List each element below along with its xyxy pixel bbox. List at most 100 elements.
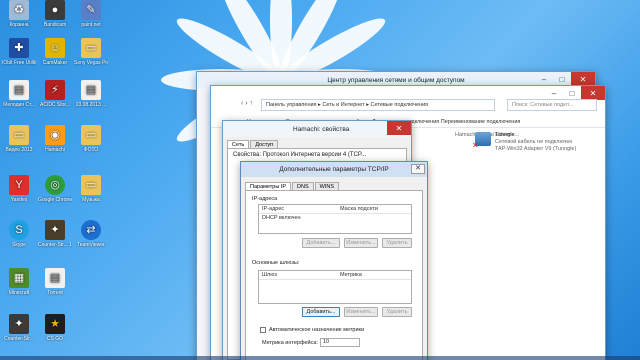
cammaker-icon: ☺ — [45, 38, 65, 58]
desktop-icon-label: Skype — [12, 242, 26, 248]
desktop-icon[interactable]: ✚ IObit Free Utilities — [2, 38, 36, 66]
advanced-tab-body: IP-адреса IP-адрес Маска подсети DHCP вк… — [245, 190, 423, 360]
document-icon: ▤ — [81, 80, 101, 100]
address-bar[interactable]: Панель управления ▸ Сеть и Интернет ▸ Се… — [261, 99, 495, 111]
desktop-icon-label: Counter-Str... 1.6 — [38, 242, 72, 248]
search-input[interactable]: Поиск: Сетевые подкл... — [507, 99, 597, 111]
close-icon[interactable]: ✕ — [411, 164, 425, 174]
folder-icon: ▭ — [81, 175, 101, 195]
document-icon: ▤ — [9, 80, 29, 100]
desktop-icon[interactable]: ✦ Counter-Str... — [2, 314, 36, 342]
hamachi-titlebar[interactable]: Hamachi: свойства ✕ — [223, 121, 411, 137]
desktop-icon-label: AC/DC Stor... — [39, 102, 70, 108]
ip-list-header: IP-адрес Маска подсети — [259, 205, 411, 214]
desktop-icon[interactable]: ♻ Корзина — [2, 0, 36, 28]
desktop-icon-label: Sony Vegas Pro 12.0 — [74, 60, 108, 66]
taskbar — [0, 356, 640, 360]
interface-metric-input[interactable]: 10 — [320, 338, 360, 347]
document-icon: ▤ — [45, 268, 65, 288]
gateway-list[interactable]: Шлюз Метрика — [258, 270, 412, 304]
desktop-icon[interactable]: S Skype — [2, 220, 36, 248]
connection-status: Сетевой кабель не подключен — [495, 139, 573, 145]
csgo-icon: ★ — [45, 314, 65, 334]
auto-metric-checkbox[interactable] — [260, 327, 266, 333]
ip-section-label: IP-адреса — [252, 196, 278, 202]
address-text: Панель управления ▸ Сеть и Интернет ▸ Се… — [266, 102, 429, 108]
maximize-button[interactable]: □ — [553, 72, 571, 86]
desktop-icon-label: Музыка — [82, 197, 100, 203]
desktop-icon-label: Google Chrome — [38, 197, 72, 203]
desktop-icon[interactable]: Y Yandex — [2, 175, 36, 203]
network-center-title: Центр управления сетями и общим доступом — [327, 76, 465, 84]
desktop-icon[interactable]: ◎ Google Chrome — [38, 175, 72, 203]
desktop-icon-label: CamMaker — [42, 60, 68, 66]
close-button[interactable]: ✕ — [387, 121, 411, 135]
connection-adapter: TAP-Win32 Adapter V9 (Tunngle) — [495, 146, 577, 152]
counterstrike-icon: ✦ — [9, 314, 29, 334]
ip-address-list[interactable]: IP-адрес Маска подсети DHCP включен — [258, 204, 412, 234]
desktop-icon[interactable]: ✦ Counter-Str... 1.6 — [38, 220, 72, 248]
desktop-icon[interactable]: ☺ CamMaker — [38, 38, 72, 66]
gateway-section-label: Основные шлюзы: — [252, 260, 300, 266]
counterstrike-icon: ✦ — [45, 220, 65, 240]
desktop-icon-label: Мелодия Ст... — [3, 102, 35, 108]
iobit-icon: ✚ — [9, 38, 29, 58]
desktop-icon-label: ФОТО — [83, 147, 99, 153]
auto-metric-label: Автоматическое назначение метрики — [269, 327, 365, 333]
desktop-icon[interactable]: ▤ Мелодия Ст... — [2, 80, 36, 108]
acdc-icon: ⚡ — [45, 80, 65, 100]
desktop-icon-label: Yandex — [10, 197, 28, 203]
desktop-icon[interactable]: ▭ Видео 2013 — [2, 125, 36, 153]
gateway-list-header: Шлюз Метрика — [259, 271, 411, 280]
connection-tunngle[interactable]: ✕ Tunngle Сетевой кабель не подключен TA… — [472, 132, 577, 153]
desktop-icon-label: Видео 2013 — [5, 147, 33, 153]
desktop-icon[interactable]: ⚡ AC/DC Stor... — [38, 80, 72, 108]
metric-col-header: Метрика — [340, 272, 362, 278]
ipv4-properties-title: Свойства: Протокол Интернета версии 4 (T… — [233, 152, 367, 158]
gateway-add-button[interactable]: Добавить... — [302, 307, 340, 317]
maximize-button[interactable]: □ — [563, 86, 581, 100]
ip-delete-button[interactable]: Удалить — [382, 238, 412, 248]
gateway-delete-button[interactable]: Удалить — [382, 307, 412, 317]
desktop-icon[interactable]: ▤ 03.08.2013 ... — [74, 80, 108, 108]
desktop-icon-label: Counter-Str... — [4, 336, 34, 342]
desktop-icon[interactable]: ▦ Minecraft — [2, 268, 36, 296]
ip-add-button[interactable]: Добавить... — [302, 238, 340, 248]
hamachi-icon: ◉ — [45, 125, 65, 145]
desktop-icon[interactable]: ✎ paint.net — [74, 0, 108, 28]
desktop-icon[interactable]: ▭ ФОТО — [74, 125, 108, 153]
connection-name: Tunngle — [495, 132, 515, 138]
minimize-button[interactable]: – — [545, 86, 563, 100]
desktop-icon[interactable]: ● Bandicam — [38, 0, 72, 28]
close-button[interactable]: ✕ — [581, 86, 605, 100]
desktop-icon-label: Minecraft — [8, 290, 30, 296]
advanced-tcpip-dialog: Дополнительные параметры TCP/IP ✕ Параме… — [240, 161, 428, 360]
mask-col-header: Маска подсети — [340, 206, 378, 212]
ip-list-row[interactable]: DHCP включен — [259, 214, 411, 222]
desktop-icon-label: Bandicam — [43, 22, 67, 28]
desktop-icon-label: CS GO — [46, 336, 64, 342]
desktop-icon[interactable]: ▭ Музыка — [74, 175, 108, 203]
ip-col-header: IP-адрес — [262, 206, 285, 212]
desktop-icon-label: Hamachi — [45, 147, 65, 153]
minecraft-icon: ▦ — [9, 268, 29, 288]
minimize-button[interactable]: – — [535, 72, 553, 86]
advanced-titlebar[interactable]: Дополнительные параметры TCP/IP ✕ — [241, 162, 427, 177]
desktop-icon[interactable]: ▤ Torrent — [38, 268, 72, 296]
nav-arrows[interactable]: ‹ › ↑ — [241, 100, 253, 107]
bandicam-icon: ● — [45, 0, 65, 20]
folder-icon: ▭ — [9, 125, 29, 145]
desktop-icons: ♻ Корзина ● Bandicam ✎ paint.net ✚ IObit Fre… — [0, 0, 120, 360]
ip-edit-button[interactable]: Изменить... — [344, 238, 378, 248]
yandex-icon: Y — [9, 175, 29, 195]
desktop-icon-label: paint.net — [81, 22, 101, 28]
desktop-icon[interactable]: ⇄ TeamViewer — [74, 220, 108, 248]
desktop-icon[interactable]: ◉ Hamachi — [38, 125, 72, 153]
close-button[interactable]: ✕ — [571, 72, 595, 86]
desktop-icon[interactable]: ▭ Sony Vegas Pro 12.0 — [74, 38, 108, 66]
skype-icon: S — [9, 220, 29, 240]
desktop-icon[interactable]: ★ CS GO — [38, 314, 72, 342]
recycle-bin-icon: ♻ — [9, 0, 29, 20]
teamviewer-icon: ⇄ — [81, 220, 101, 240]
gateway-edit-button[interactable]: Изменить... — [344, 307, 378, 317]
